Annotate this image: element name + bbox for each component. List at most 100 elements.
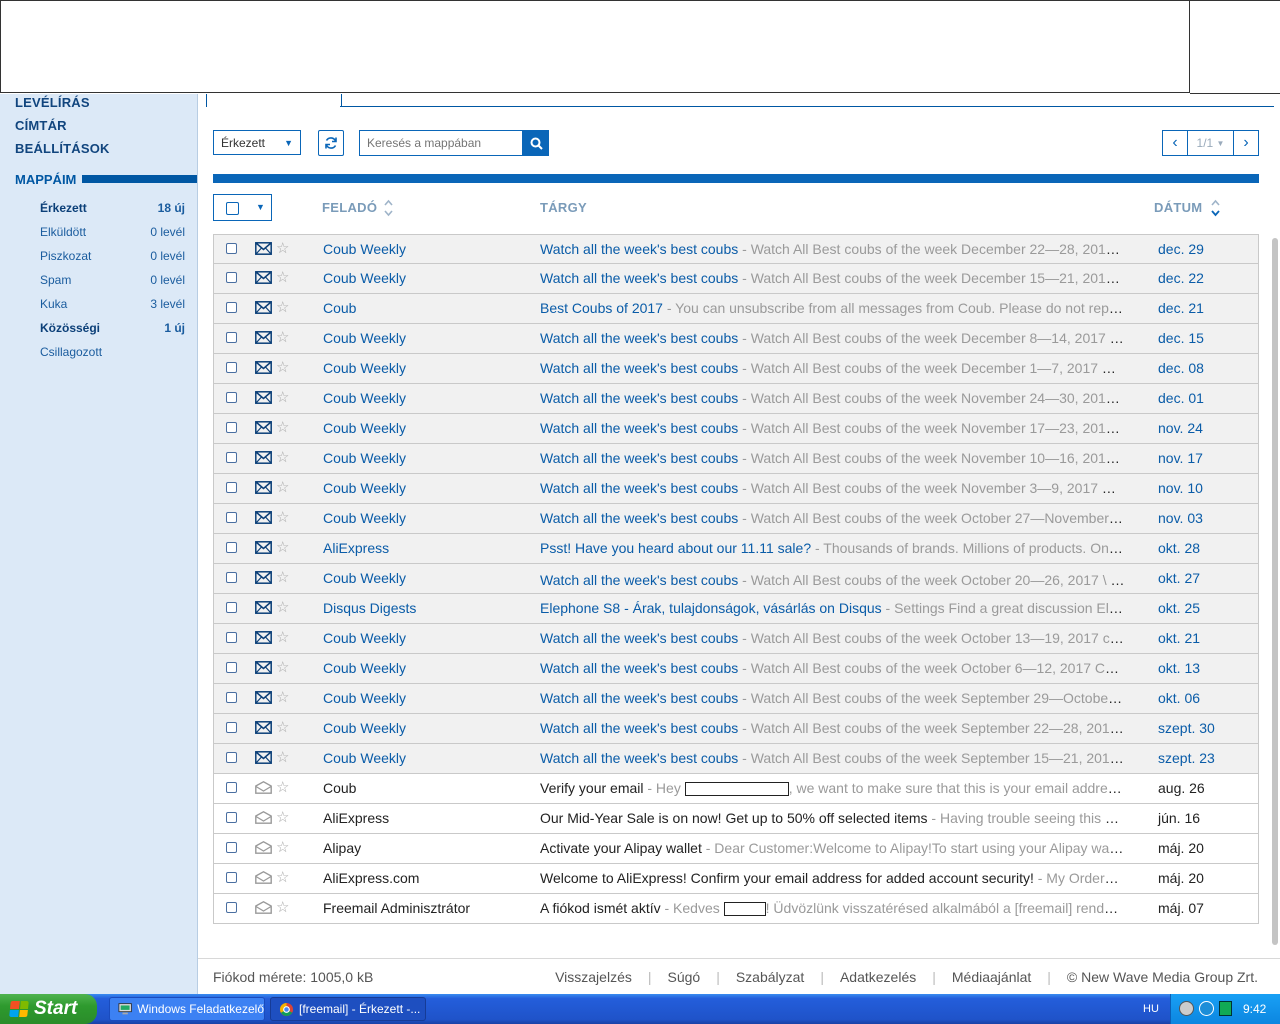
star-icon[interactable]: ☆ [276, 718, 289, 736]
sort-desc-icon[interactable] [1211, 198, 1220, 218]
message-row[interactable]: ☆ Freemail Adminisztrátor A fiókod ismét a… [213, 894, 1259, 924]
row-checkbox[interactable] [226, 902, 237, 913]
message-row[interactable]: ☆ Alipay Activate your Alipay wallet - Dea… [213, 834, 1259, 864]
star-icon[interactable]: ☆ [276, 838, 289, 856]
message-row[interactable]: ☆ Coub Weekly Watch all the week's best co… [213, 504, 1259, 534]
footer-link-feedback[interactable]: Visszajelzés [555, 969, 632, 985]
star-icon[interactable]: ☆ [276, 478, 289, 496]
row-checkbox[interactable] [226, 542, 237, 553]
language-indicator[interactable]: HU [1143, 1003, 1159, 1015]
message-row[interactable]: ☆ Coub Weekly Watch all the week's best co… [213, 744, 1259, 774]
message-row[interactable]: ☆ Coub Weekly Watch all the week's best co… [213, 654, 1259, 684]
message-row[interactable]: ☆ Coub Weekly Watch all the week's best co… [213, 414, 1259, 444]
settings-link[interactable]: BEÁLLÍTÁSOK [15, 141, 110, 156]
sidebar-folder[interactable]: Csillagozott [40, 345, 185, 359]
sidebar-folder[interactable]: Spam 0 levél [40, 273, 185, 287]
folder-select[interactable]: Érkezett ▼ [213, 130, 301, 155]
select-all-dropdown[interactable]: ▼ [213, 194, 272, 221]
footer-link-privacy[interactable]: Adatkezelés [840, 969, 916, 985]
task-task-manager[interactable]: Windows Feladatkezelő [109, 997, 265, 1021]
message-row[interactable]: ☆ AliExpress Psst! Have you heard about ou… [213, 534, 1259, 564]
row-checkbox[interactable] [226, 332, 237, 343]
prev-page-button[interactable]: ‹ [1163, 131, 1187, 155]
tray-network-icon[interactable] [1179, 1001, 1194, 1016]
star-icon[interactable]: ☆ [276, 868, 289, 886]
row-checkbox[interactable] [226, 392, 237, 403]
column-date[interactable]: DÁTUM [1154, 200, 1202, 215]
star-icon[interactable]: ☆ [276, 268, 289, 286]
star-icon[interactable]: ☆ [276, 808, 289, 826]
row-checkbox[interactable] [226, 842, 237, 853]
star-icon[interactable]: ☆ [276, 508, 289, 526]
star-icon[interactable]: ☆ [276, 628, 289, 646]
star-icon[interactable]: ☆ [276, 688, 289, 706]
star-icon[interactable]: ☆ [276, 448, 289, 466]
star-icon[interactable]: ☆ [276, 898, 289, 916]
row-checkbox[interactable] [226, 872, 237, 883]
sidebar-folder[interactable]: Piszkozat 0 levél [40, 249, 185, 263]
star-icon[interactable]: ☆ [276, 298, 289, 316]
row-checkbox[interactable] [226, 812, 237, 823]
sort-icon[interactable] [384, 198, 393, 218]
column-subject[interactable]: TÁRGY [540, 200, 587, 215]
message-row[interactable]: ☆ AliExpress.com Welcome to AliExpress! Co… [213, 864, 1259, 894]
select-all-checkbox[interactable] [226, 202, 239, 215]
star-icon[interactable]: ☆ [276, 388, 289, 406]
footer-link-media[interactable]: Médiaajánlat [952, 969, 1031, 985]
star-icon[interactable]: ☆ [276, 598, 289, 616]
row-checkbox[interactable] [226, 752, 237, 763]
row-checkbox[interactable] [226, 602, 237, 613]
sidebar-folder[interactable]: Elküldött 0 levél [40, 225, 185, 239]
tray-browser-icon[interactable] [1199, 1001, 1214, 1016]
contacts-link[interactable]: CÍMTÁR [15, 118, 67, 133]
row-checkbox[interactable] [226, 243, 237, 254]
scrollbar[interactable] [1272, 238, 1278, 945]
compose-link[interactable]: LEVÉLÍRÁS [15, 95, 90, 110]
star-icon[interactable]: ☆ [276, 328, 289, 346]
message-row[interactable]: ☆ Coub Weekly Watch all the week's best co… [213, 324, 1259, 354]
row-checkbox[interactable] [226, 722, 237, 733]
sidebar-folder[interactable]: Közösségi 1 új [40, 321, 185, 335]
row-checkbox[interactable] [226, 422, 237, 433]
message-row[interactable]: ☆ Coub Weekly Watch all the week's best co… [213, 474, 1259, 504]
sidebar-folder[interactable]: Érkezett 18 új [40, 201, 185, 215]
row-checkbox[interactable] [226, 362, 237, 373]
row-checkbox[interactable] [226, 302, 237, 313]
message-row[interactable]: ☆ Coub Weekly Watch all the week's best co… [213, 684, 1259, 714]
message-row[interactable]: ☆ Coub Weekly Watch all the week's best co… [213, 714, 1259, 744]
star-icon[interactable]: ☆ [276, 239, 289, 257]
row-checkbox[interactable] [226, 272, 237, 283]
footer-link-help[interactable]: Súgó [668, 969, 701, 985]
row-checkbox[interactable] [226, 632, 237, 643]
row-checkbox[interactable] [226, 452, 237, 463]
star-icon[interactable]: ☆ [276, 538, 289, 556]
star-icon[interactable]: ☆ [276, 658, 289, 676]
refresh-button[interactable] [318, 130, 344, 156]
row-checkbox[interactable] [226, 482, 237, 493]
star-icon[interactable]: ☆ [276, 778, 289, 796]
row-checkbox[interactable] [226, 512, 237, 523]
tray-monitor-icon[interactable] [1219, 1001, 1232, 1016]
search-button[interactable] [523, 130, 549, 156]
message-row[interactable]: ☆ AliExpress Our Mid-Year Sale is on now! … [213, 804, 1259, 834]
row-checkbox[interactable] [226, 572, 237, 583]
star-icon[interactable]: ☆ [276, 748, 289, 766]
tab-active[interactable] [206, 94, 342, 107]
row-checkbox[interactable] [226, 662, 237, 673]
star-icon[interactable]: ☆ [276, 418, 289, 436]
column-sender[interactable]: FELADÓ [322, 200, 377, 215]
page-select[interactable]: 1/1 ▼ [1187, 131, 1234, 155]
message-row[interactable]: ☆ Coub Weekly Watch all the week's best co… [213, 234, 1259, 264]
message-row[interactable]: ☆ Coub Weekly Watch all the week's best co… [213, 564, 1259, 594]
star-icon[interactable]: ☆ [276, 358, 289, 376]
task-browser[interactable]: [freemail] - Érkezett -... [270, 997, 426, 1021]
message-row[interactable]: ☆ Coub Best Coubs of 2017 - You can unsubs… [213, 294, 1259, 324]
message-row[interactable]: ☆ Coub Weekly Watch all the week's best co… [213, 384, 1259, 414]
sidebar-folder[interactable]: Kuka 3 levél [40, 297, 185, 311]
footer-link-terms[interactable]: Szabályzat [736, 969, 804, 985]
start-button[interactable]: Start [0, 994, 97, 1024]
message-row[interactable]: ☆ Coub Weekly Watch all the week's best co… [213, 624, 1259, 654]
message-row[interactable]: ☆ Coub Weekly Watch all the week's best co… [213, 354, 1259, 384]
row-checkbox[interactable] [226, 782, 237, 793]
message-row[interactable]: ☆ Coub Weekly Watch all the week's best co… [213, 444, 1259, 474]
